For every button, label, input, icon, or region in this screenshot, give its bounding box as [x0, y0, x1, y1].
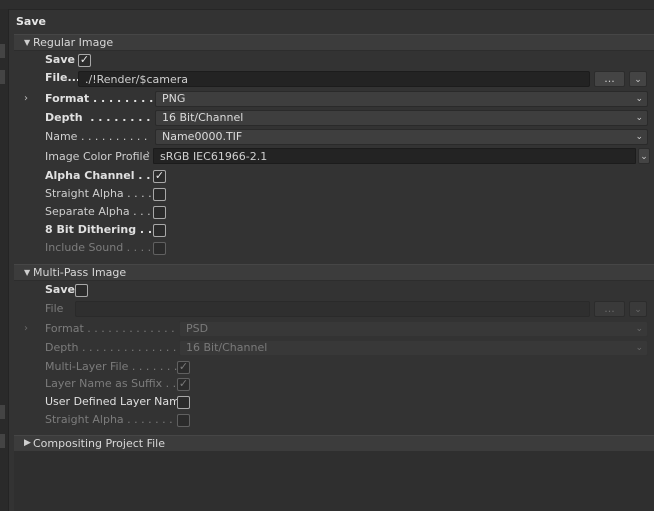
multipass-file-browse-button: ... — [594, 301, 625, 317]
multipass-depth-label: Depth . . . . . . . . . . . . . . — [45, 341, 177, 354]
section-compositing-project-file[interactable]: ▶ Compositing Project File — [14, 435, 654, 452]
multipass-suffix-label: Layer Name as Suffix . . — [45, 377, 177, 390]
regular-straight-checkbox[interactable] — [153, 188, 166, 201]
checkmark-icon: ✓ — [178, 360, 189, 373]
regular-file-browse-button[interactable]: ... — [594, 71, 625, 87]
multipass-suffix-checkbox: ✓ — [177, 377, 190, 391]
regular-straight-label: Straight Alpha . . . . — [45, 187, 152, 200]
regular-save-checkbox[interactable]: ✓ — [78, 53, 91, 67]
multipass-userdef-checkbox[interactable] — [177, 396, 190, 409]
top-divider — [0, 0, 654, 10]
left-tab-marker — [0, 44, 5, 58]
chevron-down-icon: ⌄ — [635, 113, 643, 123]
chevron-right-icon[interactable]: › — [146, 148, 150, 159]
regular-name-dropdown[interactable]: Name0000.TIF ⌄ — [155, 129, 648, 145]
triangle-right-icon[interactable]: ▶ — [24, 436, 31, 451]
panel-title: Save — [16, 15, 46, 28]
regular-sound-checkbox — [153, 242, 166, 255]
chevron-down-icon: ⌄ — [634, 75, 642, 85]
dropdown-value: PNG — [162, 92, 186, 105]
left-tab-marker — [0, 405, 5, 419]
regular-save-label: Save — [45, 53, 75, 66]
regular-format-label: Format . . . . . . . . . — [45, 92, 162, 105]
section-regular-image[interactable]: ▼ Regular Image — [14, 34, 654, 51]
dropdown-value: PSD — [186, 322, 209, 335]
regular-file-menu-button[interactable]: ⌄ — [629, 71, 647, 87]
multipass-straight-checkbox — [177, 414, 190, 427]
regular-alpha-checkbox[interactable]: ✓ — [153, 169, 166, 183]
chevron-down-icon: ⌄ — [635, 324, 643, 334]
multipass-straight-label: Straight Alpha . . . . . . . . — [45, 413, 180, 426]
multipass-userdef-label: User Defined Layer Name — [45, 395, 187, 408]
regular-file-input[interactable]: ./!Render/$camera — [78, 71, 590, 87]
regular-dither-label: 8 Bit Dithering . . . — [45, 223, 161, 236]
regular-profile-field[interactable]: sRGB IEC61966-2.1 — [153, 148, 636, 164]
left-tab-marker — [0, 434, 5, 448]
regular-separate-label: Separate Alpha . . . — [45, 205, 151, 218]
checkmark-icon: ✓ — [154, 169, 165, 182]
dropdown-value: 16 Bit/Channel — [186, 341, 268, 354]
checkmark-icon: ✓ — [79, 53, 90, 66]
chevron-down-icon: ⌄ — [634, 305, 642, 315]
multipass-file-label: File — [45, 302, 64, 315]
multipass-depth-dropdown: 16 Bit/Channel ⌄ — [179, 340, 648, 356]
regular-depth-dropdown[interactable]: 16 Bit/Channel ⌄ — [155, 110, 648, 126]
dropdown-value: 16 Bit/Channel — [162, 111, 244, 124]
regular-alpha-label: Alpha Channel . . . — [45, 169, 159, 182]
multipass-file-input — [75, 301, 590, 317]
checkmark-icon: ✓ — [178, 377, 189, 390]
multipass-format-label: Format . . . . . . . . . . . . . — [45, 322, 175, 335]
regular-format-dropdown[interactable]: PNG ⌄ — [155, 91, 648, 107]
chevron-right-icon: › — [24, 323, 28, 334]
regular-separate-checkbox[interactable] — [153, 206, 166, 219]
multipass-multilayer-checkbox: ✓ — [177, 360, 190, 374]
triangle-down-icon[interactable]: ▼ — [24, 265, 30, 280]
chevron-down-icon: ⌄ — [635, 343, 643, 353]
regular-profile-label: Image Color Profile — [45, 150, 150, 163]
chevron-right-icon[interactable]: › — [24, 93, 28, 104]
multipass-save-label: Save — [45, 283, 75, 296]
multipass-file-menu-button: ⌄ — [629, 301, 647, 317]
section-title: Compositing Project File — [33, 437, 165, 450]
regular-profile-menu-button[interactable]: ⌄ — [638, 148, 650, 164]
section-title: Multi-Pass Image — [33, 266, 127, 279]
multipass-save-checkbox[interactable] — [75, 284, 88, 297]
multipass-multilayer-label: Multi-Layer File . . . . . . . — [45, 360, 178, 373]
multipass-format-dropdown: PSD ⌄ — [179, 321, 648, 337]
empty-panel-area — [14, 451, 654, 511]
regular-file-label: File... — [45, 71, 81, 84]
regular-sound-label: Include Sound . . . . — [45, 241, 152, 254]
chevron-down-icon: ⌄ — [635, 94, 643, 104]
dropdown-value: Name0000.TIF — [162, 130, 243, 143]
chevron-down-icon: ⌄ — [635, 132, 643, 142]
left-tab-marker — [0, 70, 5, 84]
chevron-down-icon: ⌄ — [640, 152, 648, 162]
section-title: Regular Image — [33, 36, 114, 49]
regular-name-label: Name . . . . . . . . . . — [45, 130, 148, 143]
triangle-down-icon[interactable]: ▼ — [24, 35, 30, 50]
regular-dither-checkbox[interactable] — [153, 224, 166, 237]
regular-depth-label: Depth . . . . . . . . . — [45, 111, 159, 124]
section-multi-pass-image[interactable]: ▼ Multi-Pass Image — [14, 264, 654, 281]
